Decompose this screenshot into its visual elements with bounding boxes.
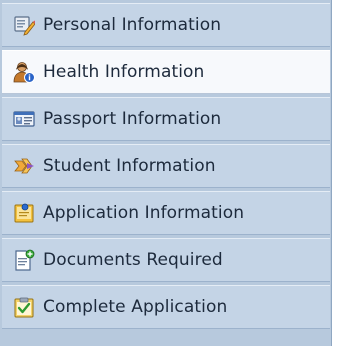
document-add-icon — [13, 249, 35, 271]
nav-item-application-information[interactable]: Application Information — [2, 191, 330, 235]
nav-item-complete-application[interactable]: Complete Application — [2, 285, 330, 329]
nav-item-personal-information[interactable]: Personal Information — [2, 3, 330, 47]
nav-item-health-information[interactable]: Health Information — [2, 50, 330, 94]
clipboard-check-icon — [13, 296, 35, 318]
personal-info-icon — [13, 14, 35, 36]
nav-item-passport-information[interactable]: Passport Information — [2, 97, 330, 141]
nav-item-label: Complete Application — [43, 297, 228, 317]
application-nav-menu: Personal Information Health Information — [0, 0, 332, 346]
nav-bottom-edge — [2, 341, 330, 346]
nav-item-label: Documents Required — [43, 250, 223, 270]
application-folder-icon — [13, 202, 35, 224]
student-arrow-icon — [13, 155, 35, 177]
nav-item-label: Student Information — [43, 156, 216, 176]
nav-item-label: Health Information — [43, 62, 205, 82]
passport-card-icon — [13, 108, 35, 130]
nav-item-label: Personal Information — [43, 15, 222, 35]
health-person-icon — [13, 61, 35, 83]
nav-item-label: Application Information — [43, 203, 245, 223]
nav-item-label: Passport Information — [43, 109, 222, 129]
nav-item-student-information[interactable]: Student Information — [2, 144, 330, 188]
nav-item-documents-required[interactable]: Documents Required — [2, 238, 330, 282]
